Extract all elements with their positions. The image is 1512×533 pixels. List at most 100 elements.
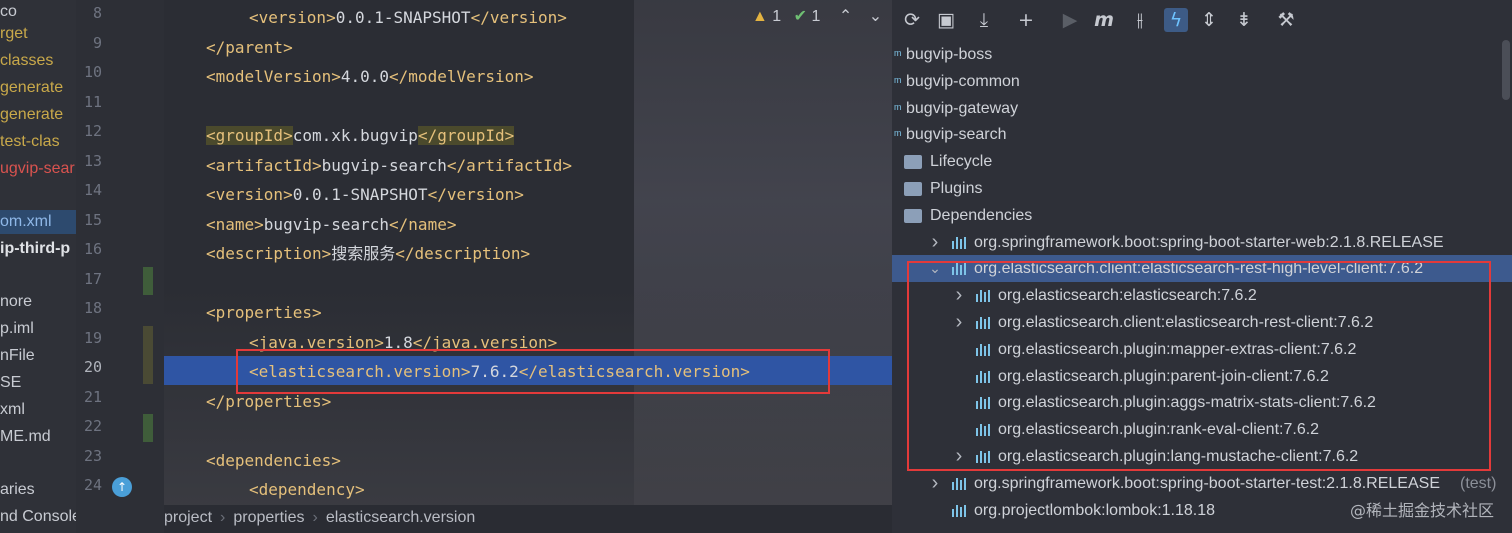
dependencies-folder-icon: [904, 208, 922, 223]
skip-tests-icon[interactable]: ⫲: [1128, 8, 1152, 32]
code-editor[interactable]: <version>0.0.1-SNAPSHOT</version> </paren…: [164, 0, 892, 505]
project-tree-item[interactable]: p.iml: [0, 317, 34, 341]
line-number: 9: [92, 33, 102, 52]
dependency-icon: [952, 477, 968, 490]
xml-open-tag: <dependencies>: [206, 450, 341, 470]
maven-tree-label: org.springframework.boot:spring-boot-sta…: [974, 233, 1444, 251]
code-line[interactable]: <description>搜索服务</description>: [206, 239, 530, 268]
implemented-icon[interactable]: ↑: [112, 477, 132, 497]
code-line[interactable]: <dependencies>: [206, 446, 341, 475]
code-line[interactable]: <version>0.0.1-SNAPSHOT</version>: [206, 180, 524, 209]
maven-tree-row[interactable]: ᵐ bugvip-boss: [892, 41, 1512, 68]
lifecycle-folder-icon: [904, 155, 922, 170]
ok-count: 1: [811, 8, 821, 25]
project-tree-item[interactable]: SE: [0, 371, 21, 395]
maven-tree-row[interactable]: Lifecycle: [892, 148, 1512, 175]
change-marker: [143, 326, 153, 384]
line-number: 12: [83, 122, 102, 140]
project-tree-item[interactable]: om.xml: [0, 210, 76, 234]
xml-close-tag: </modelVersion>: [389, 67, 534, 86]
xml-close-tag: </groupId>: [417, 126, 515, 145]
code-line[interactable]: <properties>: [206, 298, 322, 327]
chevron-up-icon[interactable]: ⌃: [839, 8, 852, 25]
maven-tree-row[interactable]: Dependencies: [892, 202, 1512, 229]
maven-tree-row[interactable]: Plugins: [892, 175, 1512, 202]
project-tree-item[interactable]: nFile: [0, 344, 35, 368]
line-number: 8: [92, 4, 102, 22]
plus-icon[interactable]: +: [1014, 8, 1038, 32]
watermark: @稀土掘金技术社区: [1349, 501, 1494, 520]
code-line[interactable]: <groupId>com.xk.bugvip</groupId>: [206, 121, 515, 150]
maven-icon[interactable]: m: [1092, 8, 1116, 32]
xml-open-tag: <groupId>: [206, 126, 293, 145]
code-line[interactable]: <artifactId>bugvip-search</artifactId>: [206, 151, 572, 180]
project-tree-item[interactable]: generate: [0, 76, 63, 100]
project-tree-item[interactable]: aries: [0, 478, 35, 502]
project-tree-item[interactable]: generate: [0, 103, 63, 127]
chevron-down-icon[interactable]: ⌄: [869, 8, 882, 25]
code-line[interactable]: <dependency>: [249, 475, 365, 504]
maven-module-icon: ᵐ: [894, 100, 902, 116]
add-folder-icon[interactable]: ▣: [934, 8, 958, 32]
maven-tree-row[interactable]: ᵐ bugvip-search: [892, 121, 1512, 148]
project-tree-item[interactable]: test-clas: [0, 130, 60, 154]
expand-icon[interactable]: ⇕: [1197, 8, 1221, 32]
settings-wrench-icon[interactable]: ⚒: [1274, 8, 1298, 32]
maven-tree-row[interactable]: › org.springframework.boot:spring-boot-st…: [892, 470, 1512, 497]
code-line[interactable]: <name>bugvip-search</name>: [206, 210, 456, 239]
breadcrumb-item[interactable]: elasticsearch.version: [326, 509, 475, 526]
maven-tree-label: org.springframework.boot:spring-boot-sta…: [974, 474, 1440, 492]
maven-module-icon: ᵐ: [894, 127, 902, 143]
project-tree-item[interactable]: nd Console: [0, 505, 76, 529]
offline-icon[interactable]: ϟ: [1164, 8, 1188, 32]
maven-tree-row[interactable]: ᵐ bugvip-gateway: [892, 95, 1512, 122]
test-scope-label: (test): [1460, 474, 1497, 492]
project-tree[interactable]: co rget classes generate generate test-clas ug…: [0, 0, 76, 533]
project-tree-item[interactable]: ip-third-p: [0, 237, 70, 261]
plugins-folder-icon: [904, 182, 922, 196]
xml-open-tag: <dependency>: [249, 480, 365, 499]
xml-text-value: bugvip-search: [263, 214, 390, 234]
code-line[interactable]: </parent>: [206, 33, 293, 62]
code-line[interactable]: <modelVersion>4.0.0</modelVersion>: [206, 62, 534, 91]
maven-tree-label: Plugins: [930, 180, 983, 197]
breadcrumb-item[interactable]: project: [164, 509, 212, 526]
maven-module-icon: ᵐ: [894, 73, 902, 89]
reload-icon[interactable]: ⟳: [900, 8, 924, 32]
breadcrumb-separator-icon: ›: [220, 509, 226, 526]
maven-tree-row[interactable]: ᵐ bugvip-common: [892, 68, 1512, 95]
breadcrumb-item[interactable]: properties: [233, 509, 304, 526]
download-icon[interactable]: ⤓: [972, 8, 996, 32]
xml-open-tag: <description>: [206, 244, 332, 263]
maven-tool-window[interactable]: ⟳ ▣ ⤓ + ▶ m ⫲ ϟ ⇕ ⇟ ⚒ ᵐ bugvip-boss ᵐ bugvip-common ᵐ b…: [892, 0, 1512, 533]
scrollbar[interactable]: [1502, 40, 1510, 100]
collapse-icon[interactable]: ⇟: [1232, 8, 1256, 32]
project-tree-item[interactable]: co: [0, 0, 17, 24]
maven-tree-label: bugvip-search: [906, 126, 1007, 144]
project-tree-item[interactable]: ME.md: [0, 425, 51, 449]
line-number: 22: [83, 417, 102, 435]
xml-text-value: 搜索服务: [331, 244, 396, 263]
xml-open-tag: <version>: [206, 185, 293, 204]
maven-tree-row[interactable]: › org.springframework.boot:spring-boot-st…: [892, 229, 1512, 256]
run-icon[interactable]: ▶: [1058, 8, 1082, 32]
project-tree-item[interactable]: classes: [0, 49, 53, 73]
warning-icon: ▲: [752, 8, 768, 25]
xml-open-tag: <artifactId>: [206, 155, 322, 175]
xml-close-tag: </version>: [427, 185, 524, 204]
project-tree-item[interactable]: xml: [0, 398, 25, 422]
change-marker: [143, 414, 153, 442]
project-tree-item[interactable]: ugvip-sear: [0, 157, 75, 181]
xml-close-tag: </artifactId>: [446, 155, 573, 175]
code-line[interactable]: <version>0.0.1-SNAPSHOT</version>: [249, 3, 567, 32]
project-tree-item[interactable]: nore: [0, 290, 32, 314]
chevron-right-icon[interactable]: ›: [928, 470, 942, 497]
xml-open-tag: <modelVersion>: [206, 67, 341, 86]
chevron-right-icon[interactable]: ›: [928, 229, 942, 256]
project-tree-item[interactable]: rget: [0, 22, 28, 46]
inspection-widget[interactable]: ▲ 1 ✔ 1 ⌃ ⌄: [752, 6, 882, 30]
maven-tree-label: bugvip-common: [906, 72, 1020, 90]
dependency-icon: [952, 236, 968, 249]
line-number: 24: [83, 476, 102, 494]
dependency-icon: [952, 504, 968, 517]
